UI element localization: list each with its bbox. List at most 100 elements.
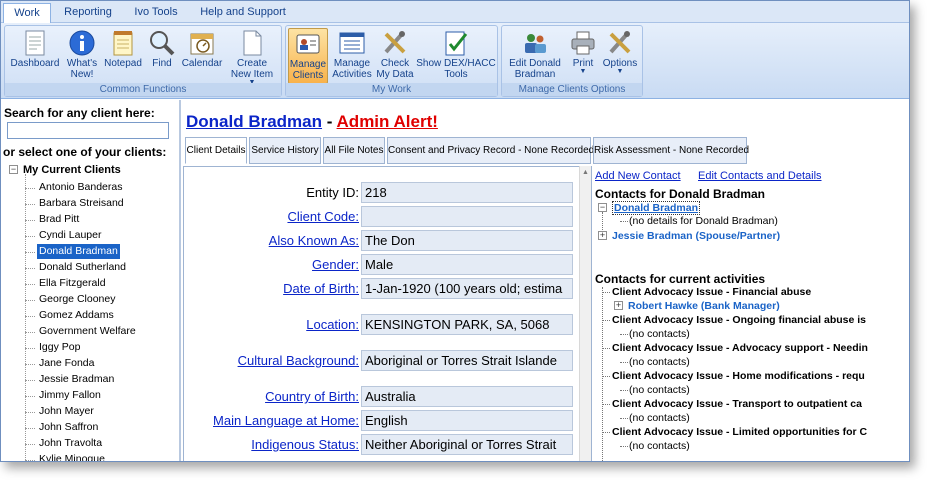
find-button[interactable]: Find (145, 28, 179, 84)
client-item[interactable]: Jane Fonda (37, 356, 96, 371)
magnifier-icon (150, 31, 175, 56)
print-button[interactable]: Print ▼ (566, 28, 600, 84)
manage-clients-button-label: Manage Clients (289, 59, 327, 81)
collapse-icon[interactable]: − (598, 203, 607, 212)
admin-alert-link[interactable]: Admin Alert! (337, 112, 438, 131)
edit-client-button[interactable]: Edit Donald Bradman (504, 28, 566, 84)
client-item[interactable]: John Travolta (37, 436, 104, 451)
client-item[interactable]: Government Welfare (37, 324, 138, 339)
create-new-item-button[interactable]: Create New Item ▼ (225, 28, 279, 86)
country-of-birth-link[interactable]: Country of Birth: (265, 389, 359, 404)
tab-all-file-notes[interactable]: All File Notes (323, 137, 385, 164)
client-item[interactable]: Donald Sutherland (37, 260, 128, 275)
ribbon-tab-work[interactable]: Work (3, 3, 51, 23)
ribbon-tab-help-and-support[interactable]: Help and Support (193, 3, 293, 23)
expand-icon[interactable]: + (598, 231, 607, 240)
activity-item[interactable]: Client Advocacy Issue - Advocacy support… (612, 341, 868, 355)
ribbon-group-label: Common Functions (5, 83, 281, 96)
client-name-link[interactable]: Donald Bradman (186, 112, 322, 131)
client-item[interactable]: Cyndi Lauper (37, 228, 103, 243)
client-item[interactable]: Barbara Streisand (37, 196, 126, 211)
tree-connector (620, 446, 628, 447)
location-link[interactable]: Location: (306, 317, 359, 332)
tree-connector (602, 404, 610, 405)
tree-connector (25, 284, 35, 285)
client-item[interactable]: Jimmy Fallon (37, 388, 103, 403)
activity-item[interactable]: Client Advocacy Issue - Limited opportun… (612, 425, 867, 439)
client-item-selected[interactable]: Donald Bradman (37, 244, 120, 259)
whats-new-button[interactable]: What's New! (63, 28, 101, 84)
contacts-section-title: Contacts for Donald Bradman (595, 187, 766, 201)
location-value: KENSINGTON PARK, SA, 5068 (361, 314, 573, 335)
main-language-link[interactable]: Main Language at Home: (213, 413, 359, 428)
scroll-up-icon[interactable]: ▲ (582, 169, 589, 176)
tab-risk-assessment[interactable]: Risk Assessment - None Recorded (593, 137, 749, 164)
details-scrollbar[interactable]: ▲ (579, 166, 591, 461)
gender-value: Male (361, 254, 573, 275)
add-new-contact-link[interactable]: Add New Contact (595, 170, 681, 182)
check-my-data-button[interactable]: Check My Data (374, 28, 416, 84)
edit-client-button-label: Edit Donald Bradman (509, 58, 561, 80)
activity-no-contacts: (no contacts) (629, 384, 690, 396)
indigenous-status-link[interactable]: Indigenous Status: (251, 437, 359, 452)
cultural-background-link[interactable]: Cultural Background: (238, 353, 359, 368)
tab-consent-and-privacy[interactable]: Consent and Privacy Record - None Record… (387, 137, 594, 164)
client-details-form: Entity ID: 218 Client Code: Also Known A… (183, 166, 579, 461)
tab-client-details[interactable]: Client Details (185, 137, 247, 164)
field-row-gender: Gender: Male (184, 254, 574, 276)
tree-connector (25, 236, 35, 237)
also-known-as-link[interactable]: Also Known As: (269, 233, 359, 248)
client-item[interactable]: Gomez Addams (37, 308, 116, 323)
ribbon-tab-reporting[interactable]: Reporting (57, 3, 119, 23)
field-row-also-known-as: Also Known As: The Don (184, 230, 574, 252)
dashboard-button[interactable]: Dashboard (7, 28, 63, 84)
client-item[interactable]: John Mayer (37, 404, 96, 419)
activity-item[interactable]: Client Advocacy Issue - Ongoing financia… (612, 313, 866, 327)
activity-item[interactable]: Client Advocacy Issue - Home modificatio… (612, 369, 865, 383)
show-dex-hacc-tools-button[interactable]: Show DEX/HACC Tools (416, 28, 496, 84)
client-item[interactable]: John Saffron (37, 420, 100, 435)
client-code-link[interactable]: Client Code: (287, 209, 359, 224)
contact-primary[interactable]: − Donald Bradman (598, 201, 701, 215)
client-item[interactable]: Brad Pitt (37, 212, 81, 227)
ribbon-tab-ivo-tools[interactable]: Ivo Tools (125, 3, 187, 23)
client-item[interactable]: Ella Fitzgerald (37, 276, 108, 291)
tree-connector (25, 300, 35, 301)
client-item[interactable]: Jessie Bradman (37, 372, 116, 387)
edit-contacts-link[interactable]: Edit Contacts and Details (698, 170, 822, 182)
contact-primary-label[interactable]: Donald Bradman (612, 201, 701, 215)
tree-line (602, 212, 603, 230)
notepad-button[interactable]: Notepad (101, 28, 145, 84)
activity-no-contacts: (no contacts) (629, 356, 690, 368)
expand-icon[interactable]: + (614, 301, 623, 310)
chevron-down-icon: ▼ (616, 68, 624, 75)
manage-clients-button[interactable]: Manage Clients (288, 28, 328, 84)
date-of-birth-link[interactable]: Date of Birth: (283, 281, 359, 296)
contact-secondary[interactable]: + Jessie Bradman (Spouse/Partner) (598, 229, 780, 243)
whats-new-button-label: What's New! (66, 58, 98, 80)
client-item[interactable]: Kylie Minogue (37, 452, 107, 461)
contact-secondary-label[interactable]: Jessie Bradman (Spouse/Partner) (612, 230, 780, 242)
activity-contact-label[interactable]: Robert Hawke (Bank Manager) (628, 300, 780, 312)
client-item[interactable]: Iggy Pop (37, 340, 82, 355)
client-search-input[interactable] (7, 122, 169, 139)
entity-id-label: Entity ID: (306, 185, 359, 200)
check-my-data-button-label: Check My Data (376, 58, 414, 80)
tab-service-history[interactable]: Service History (249, 137, 321, 164)
client-code-value (361, 206, 573, 227)
manage-activities-button[interactable]: Manage Activities (330, 28, 374, 84)
tree-connector (25, 268, 35, 269)
gender-link[interactable]: Gender: (312, 257, 359, 272)
tree-connector (620, 221, 628, 222)
tree-connector (25, 220, 35, 221)
collapse-icon[interactable]: − (9, 165, 18, 174)
client-item[interactable]: Antonio Banderas (37, 180, 124, 195)
calendar-button[interactable]: Calendar (179, 28, 225, 84)
options-button[interactable]: Options ▼ (600, 28, 640, 84)
indigenous-status-value: Neither Aboriginal or Torres Strait (361, 434, 573, 455)
activity-item[interactable]: Client Advocacy Issue - Financial abuse (612, 285, 811, 299)
client-item[interactable]: George Clooney (37, 292, 117, 307)
info-icon (69, 30, 95, 56)
activity-contact[interactable]: + Robert Hawke (Bank Manager) (614, 299, 780, 313)
activity-item[interactable]: Client Advocacy Issue - Transport to out… (612, 397, 862, 411)
